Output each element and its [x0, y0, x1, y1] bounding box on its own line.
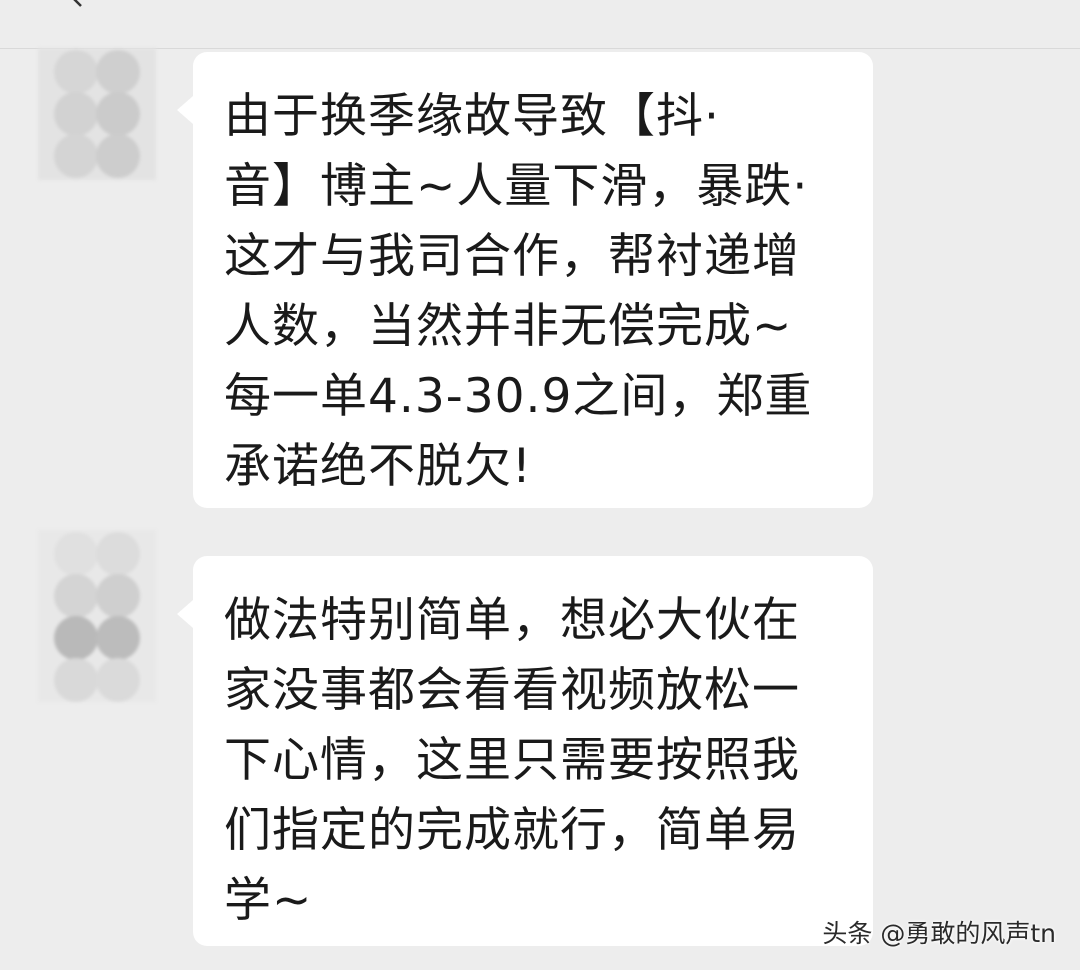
- message-line: 音】博主~人量下滑，暴跌·: [224, 159, 809, 214]
- watermark: 头条 @勇敢的风声tn: [822, 919, 1056, 948]
- message-line: 做法特别简单，想必大伙在: [224, 593, 800, 648]
- contact-avatar[interactable]: [38, 48, 156, 180]
- message-line: 人数，当然并非无偿完成~: [224, 299, 793, 354]
- message-line: 每一单4.3-30.9之间，郑重: [224, 369, 813, 424]
- message-line: 下心情，这里只需要按照我: [224, 733, 800, 788]
- chevron-left-icon[interactable]: [66, 0, 88, 8]
- message-bubble[interactable]: 做法特别简单，想必大伙在 家没事都会看看视频放松一 下心情，这里只需要按照我 们…: [177, 556, 873, 946]
- message-line: 由于换季缘故导致【抖·: [224, 89, 720, 144]
- contact-avatar[interactable]: [38, 530, 156, 702]
- message-line: 家没事都会看看视频放松一: [224, 663, 800, 718]
- bubble-tail: [177, 600, 193, 628]
- message-line: 学~: [224, 873, 313, 928]
- chat-header: [0, 0, 1080, 49]
- bubble-tail: [177, 96, 193, 124]
- message-bubble[interactable]: 由于换季缘故导致【抖· 音】博主~人量下滑，暴跌· 这才与我司合作，帮衬递增 人…: [177, 52, 873, 508]
- message-line: 承诺绝不脱欠!: [224, 439, 532, 494]
- message-text: 由于换季缘故导致【抖· 音】博主~人量下滑，暴跌· 这才与我司合作，帮衬递增 人…: [224, 82, 844, 502]
- message-line: 这才与我司合作，帮衬递增: [224, 229, 800, 284]
- message-text: 做法特别简单，想必大伙在 家没事都会看看视频放松一 下心情，这里只需要按照我 们…: [224, 586, 844, 936]
- message-line: 们指定的完成就行，简单易: [224, 803, 800, 858]
